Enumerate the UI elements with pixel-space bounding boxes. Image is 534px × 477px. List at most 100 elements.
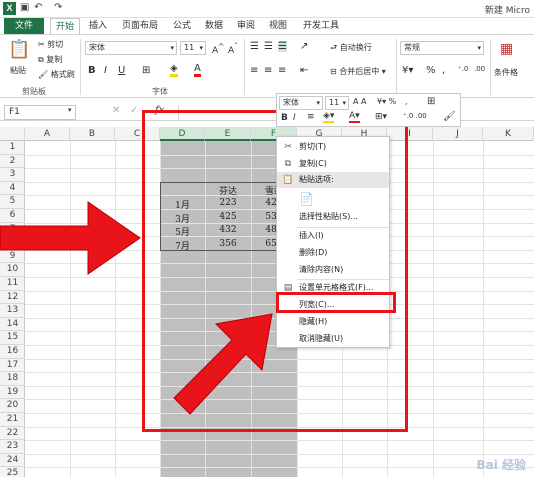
row-header[interactable]: 12 bbox=[0, 291, 25, 305]
mini-currency-icon[interactable]: ¥▾ % bbox=[377, 97, 396, 106]
grow-font-button[interactable]: A^ bbox=[212, 42, 224, 56]
excel-logo-icon: X bbox=[3, 2, 16, 15]
align-left-icon[interactable]: ≡ bbox=[250, 65, 258, 76]
tab-page-layout[interactable]: 页面布局 bbox=[116, 18, 164, 34]
menu-item-copy[interactable]: ⧉ 复制(C) bbox=[277, 156, 389, 172]
row-header[interactable]: 20 bbox=[0, 399, 25, 413]
fill-color-button[interactable]: ◈ bbox=[170, 63, 178, 77]
conditional-format-icon[interactable]: ▦ bbox=[500, 41, 513, 57]
mini-italic-button[interactable]: I bbox=[293, 113, 296, 123]
ribbon-tab-bar: 文件 开始 插入 页面布局 公式 数据 审阅 视图 开发工具 bbox=[0, 18, 534, 34]
tab-file[interactable]: 文件 bbox=[4, 18, 44, 34]
tab-developer[interactable]: 开发工具 bbox=[298, 18, 344, 34]
row-header[interactable]: 15 bbox=[0, 331, 25, 345]
align-middle-icon[interactable]: ☰ bbox=[264, 41, 273, 52]
undo-icon[interactable]: ↶ bbox=[34, 2, 42, 13]
mini-font-color-icon[interactable]: A▾ bbox=[349, 111, 360, 123]
currency-button[interactable]: ¥▾ bbox=[402, 65, 413, 76]
menu-item-paste-special[interactable]: 选择性粘贴(S)... bbox=[277, 209, 389, 225]
mini-size-select[interactable]: 11 ▾ bbox=[325, 96, 349, 110]
mini-decimal-icon[interactable]: ⁺.0 .00 bbox=[403, 112, 427, 120]
menu-label: 取消隐藏(U) bbox=[299, 334, 344, 343]
shrink-font-button[interactable]: Aˇ bbox=[228, 42, 238, 56]
row-header[interactable]: 13 bbox=[0, 304, 25, 318]
column-header-b[interactable]: B bbox=[70, 127, 115, 141]
italic-button[interactable]: I bbox=[104, 65, 107, 76]
mini-align-icon[interactable]: ≡ bbox=[307, 112, 315, 122]
row-header[interactable]: 23 bbox=[0, 440, 25, 454]
row-header[interactable]: 25 bbox=[0, 467, 25, 477]
row-header[interactable]: 4 bbox=[0, 182, 25, 196]
mini-comma-icon[interactable]: , bbox=[405, 97, 408, 106]
mini-grow-font-icon[interactable]: A A bbox=[353, 97, 367, 106]
bold-button[interactable]: B bbox=[88, 65, 96, 76]
row-header[interactable]: 14 bbox=[0, 318, 25, 332]
conditional-format-button[interactable]: 条件格 bbox=[494, 67, 518, 78]
row-header[interactable]: 1 bbox=[0, 141, 25, 155]
select-all-corner[interactable] bbox=[0, 127, 25, 141]
save-icon[interactable]: ▣ bbox=[20, 2, 29, 13]
mini-format-painter-icon[interactable]: 🖌 bbox=[443, 111, 456, 122]
number-format-select[interactable]: 常规 ▾ bbox=[400, 41, 484, 55]
row-header[interactable]: 17 bbox=[0, 359, 25, 373]
align-right-icon[interactable]: ≡ bbox=[278, 65, 286, 76]
chevron-down-icon[interactable]: ▾ bbox=[68, 106, 72, 114]
tab-formulas[interactable]: 公式 bbox=[168, 18, 196, 34]
mini-bold-button[interactable]: B bbox=[281, 113, 288, 123]
menu-item-insert[interactable]: 插入(I) bbox=[277, 228, 389, 244]
font-size-select[interactable]: 11 ▾ bbox=[180, 41, 206, 55]
decrease-decimal-icon[interactable]: .00 bbox=[474, 65, 485, 73]
row-header[interactable]: 19 bbox=[0, 386, 25, 400]
tab-insert[interactable]: 插入 bbox=[84, 18, 112, 34]
enter-icon[interactable]: ✓ bbox=[130, 105, 138, 116]
percent-button[interactable]: % bbox=[426, 65, 436, 76]
tab-view[interactable]: 视图 bbox=[264, 18, 292, 34]
merge-center-button[interactable]: ⊟ 合并后居中 ▾ bbox=[330, 66, 386, 77]
mini-border-icon[interactable]: ⊞▾ bbox=[375, 112, 387, 122]
paste-icon[interactable]: 📋 bbox=[8, 39, 30, 60]
row-header[interactable]: 22 bbox=[0, 427, 25, 441]
menu-item-paste-options: 📋 粘贴选项: bbox=[277, 172, 389, 188]
copy-button[interactable]: ⧉ 复制 bbox=[38, 54, 62, 65]
indent-icon[interactable]: ⇤ bbox=[300, 65, 308, 76]
mini-fill-color-icon[interactable]: ◈▾ bbox=[323, 111, 335, 123]
border-button[interactable]: ⊞ bbox=[142, 65, 150, 76]
mini-merge-icon[interactable]: ⊞ bbox=[427, 96, 435, 107]
underline-button[interactable]: U bbox=[118, 65, 125, 76]
align-top-icon[interactable]: ☰ bbox=[250, 41, 259, 52]
orientation-icon[interactable]: ↗ bbox=[300, 41, 308, 52]
column-header-j[interactable]: J bbox=[433, 127, 483, 141]
align-bottom-icon[interactable]: ☰ bbox=[278, 41, 287, 52]
increase-decimal-icon[interactable]: ⁺.0 bbox=[458, 65, 468, 73]
menu-item-paste-default[interactable]: 📄 bbox=[277, 189, 389, 209]
cut-button[interactable]: ✂ 剪切 bbox=[38, 39, 63, 50]
align-center-icon[interactable]: ≡ bbox=[264, 65, 272, 76]
redo-icon[interactable]: ↷ bbox=[54, 2, 62, 13]
column-header-k[interactable]: K bbox=[483, 127, 534, 141]
row-header[interactable]: 2 bbox=[0, 155, 25, 169]
format-painter-button[interactable]: 🖌 格式刷 bbox=[38, 69, 75, 80]
column-header-a[interactable]: A bbox=[25, 127, 70, 141]
cancel-icon[interactable]: ✕ bbox=[112, 105, 120, 116]
wrap-text-button[interactable]: ⮐ 自动换行 bbox=[330, 42, 372, 56]
font-name-select[interactable]: 宋体 ▾ bbox=[85, 41, 177, 55]
menu-item-clear-contents[interactable]: 清除内容(N) bbox=[277, 262, 389, 278]
menu-item-unhide[interactable]: 取消隐藏(U) bbox=[277, 331, 389, 347]
comma-button[interactable]: , bbox=[442, 65, 445, 76]
menu-item-hide[interactable]: 隐藏(H) bbox=[277, 314, 389, 330]
paste-button[interactable]: 粘贴 bbox=[10, 65, 26, 76]
tab-review[interactable]: 审阅 bbox=[232, 18, 260, 34]
menu-item-delete[interactable]: 删除(D) bbox=[277, 245, 389, 261]
tab-data[interactable]: 数据 bbox=[200, 18, 228, 34]
tab-home[interactable]: 开始 bbox=[50, 18, 80, 34]
row-header[interactable]: 16 bbox=[0, 345, 25, 359]
row-header[interactable]: 3 bbox=[0, 168, 25, 182]
font-color-button[interactable]: A bbox=[194, 63, 201, 77]
name-box[interactable]: F1 bbox=[4, 105, 76, 120]
menu-item-cut[interactable]: ✂ 剪切(T) bbox=[277, 139, 389, 155]
mini-font-select[interactable]: 宋体 ▾ bbox=[279, 96, 323, 110]
menu-label: 清除内容(N) bbox=[299, 265, 344, 274]
row-header[interactable]: 24 bbox=[0, 454, 25, 468]
row-header[interactable]: 18 bbox=[0, 372, 25, 386]
row-header[interactable]: 21 bbox=[0, 413, 25, 427]
